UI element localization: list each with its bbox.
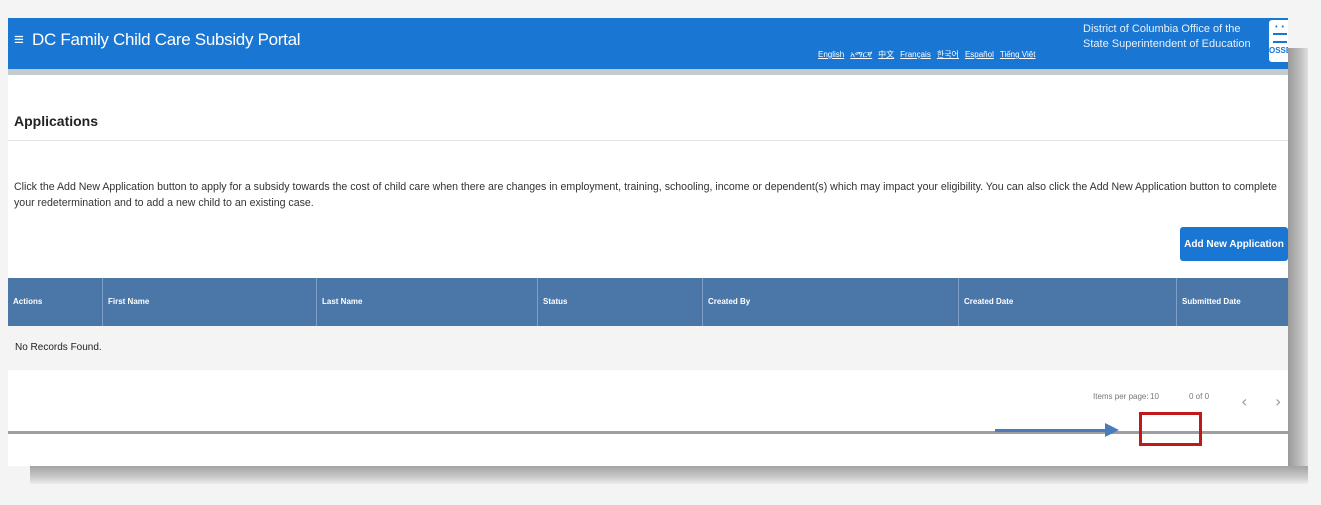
column-header-actions[interactable]: Actions	[8, 278, 103, 326]
add-new-application-button[interactable]: Add New Application	[1180, 227, 1288, 261]
language-link-english[interactable]: English	[818, 50, 844, 60]
osse-logo: • • OSSE	[1269, 20, 1288, 62]
column-header-submitted-date[interactable]: Submitted Date	[1177, 278, 1288, 326]
items-per-page-select[interactable]: 10	[1150, 392, 1159, 401]
chevron-left-icon[interactable]: ‹	[1241, 392, 1247, 411]
intro-text: Click the Add New Application button to …	[14, 181, 1277, 209]
app-window: ≡ DC Family Child Care Subsidy Portal En…	[8, 18, 1288, 466]
top-app-bar: ≡ DC Family Child Care Subsidy Portal En…	[8, 18, 1288, 69]
language-link-chinese[interactable]: 中文	[878, 50, 894, 60]
chevron-right-icon[interactable]: ›	[1275, 392, 1281, 411]
window-shadow-right	[1288, 48, 1308, 468]
organization-name: District of Columbia Office of the State…	[1083, 23, 1251, 50]
column-header-created-date[interactable]: Created Date	[959, 278, 1177, 326]
language-link-korean[interactable]: 한국어	[937, 50, 959, 60]
table-empty-message: No Records Found.	[8, 326, 1288, 370]
header-divider-strip	[8, 69, 1288, 75]
language-link-amharic[interactable]: አማርኛ	[850, 50, 872, 60]
annotation-arrow-head-icon	[1105, 423, 1119, 437]
annotation-highlight-box	[1139, 412, 1202, 446]
window-shadow-bottom	[30, 466, 1308, 484]
app-title: DC Family Child Care Subsidy Portal	[32, 30, 301, 49]
language-link-french[interactable]: Français	[900, 50, 931, 60]
logo-bars-icon	[1273, 33, 1287, 43]
column-header-created-by[interactable]: Created By	[703, 278, 959, 326]
heading-divider	[8, 140, 1288, 141]
column-header-first-name[interactable]: First Name	[103, 278, 317, 326]
hamburger-menu-icon[interactable]: ≡	[14, 30, 24, 50]
page-title: Applications	[14, 113, 99, 129]
annotation-arrow-line	[995, 429, 1107, 432]
language-links: English አማርኛ 中文 Français 한국어 Español Tiế…	[818, 50, 1035, 60]
column-header-status[interactable]: Status	[538, 278, 703, 326]
items-per-page-label: Items per page:	[1093, 392, 1149, 401]
language-link-spanish[interactable]: Español	[965, 50, 994, 60]
logo-label: OSSE	[1269, 46, 1288, 55]
language-link-vietnamese[interactable]: Tiếng Việt	[1000, 50, 1036, 60]
applications-table-header: Actions First Name Last Name Status Crea…	[8, 278, 1288, 326]
logo-stars-icon: • •	[1275, 24, 1285, 31]
column-header-last-name[interactable]: Last Name	[317, 278, 538, 326]
page-range-label: 0 of 0	[1189, 392, 1210, 401]
